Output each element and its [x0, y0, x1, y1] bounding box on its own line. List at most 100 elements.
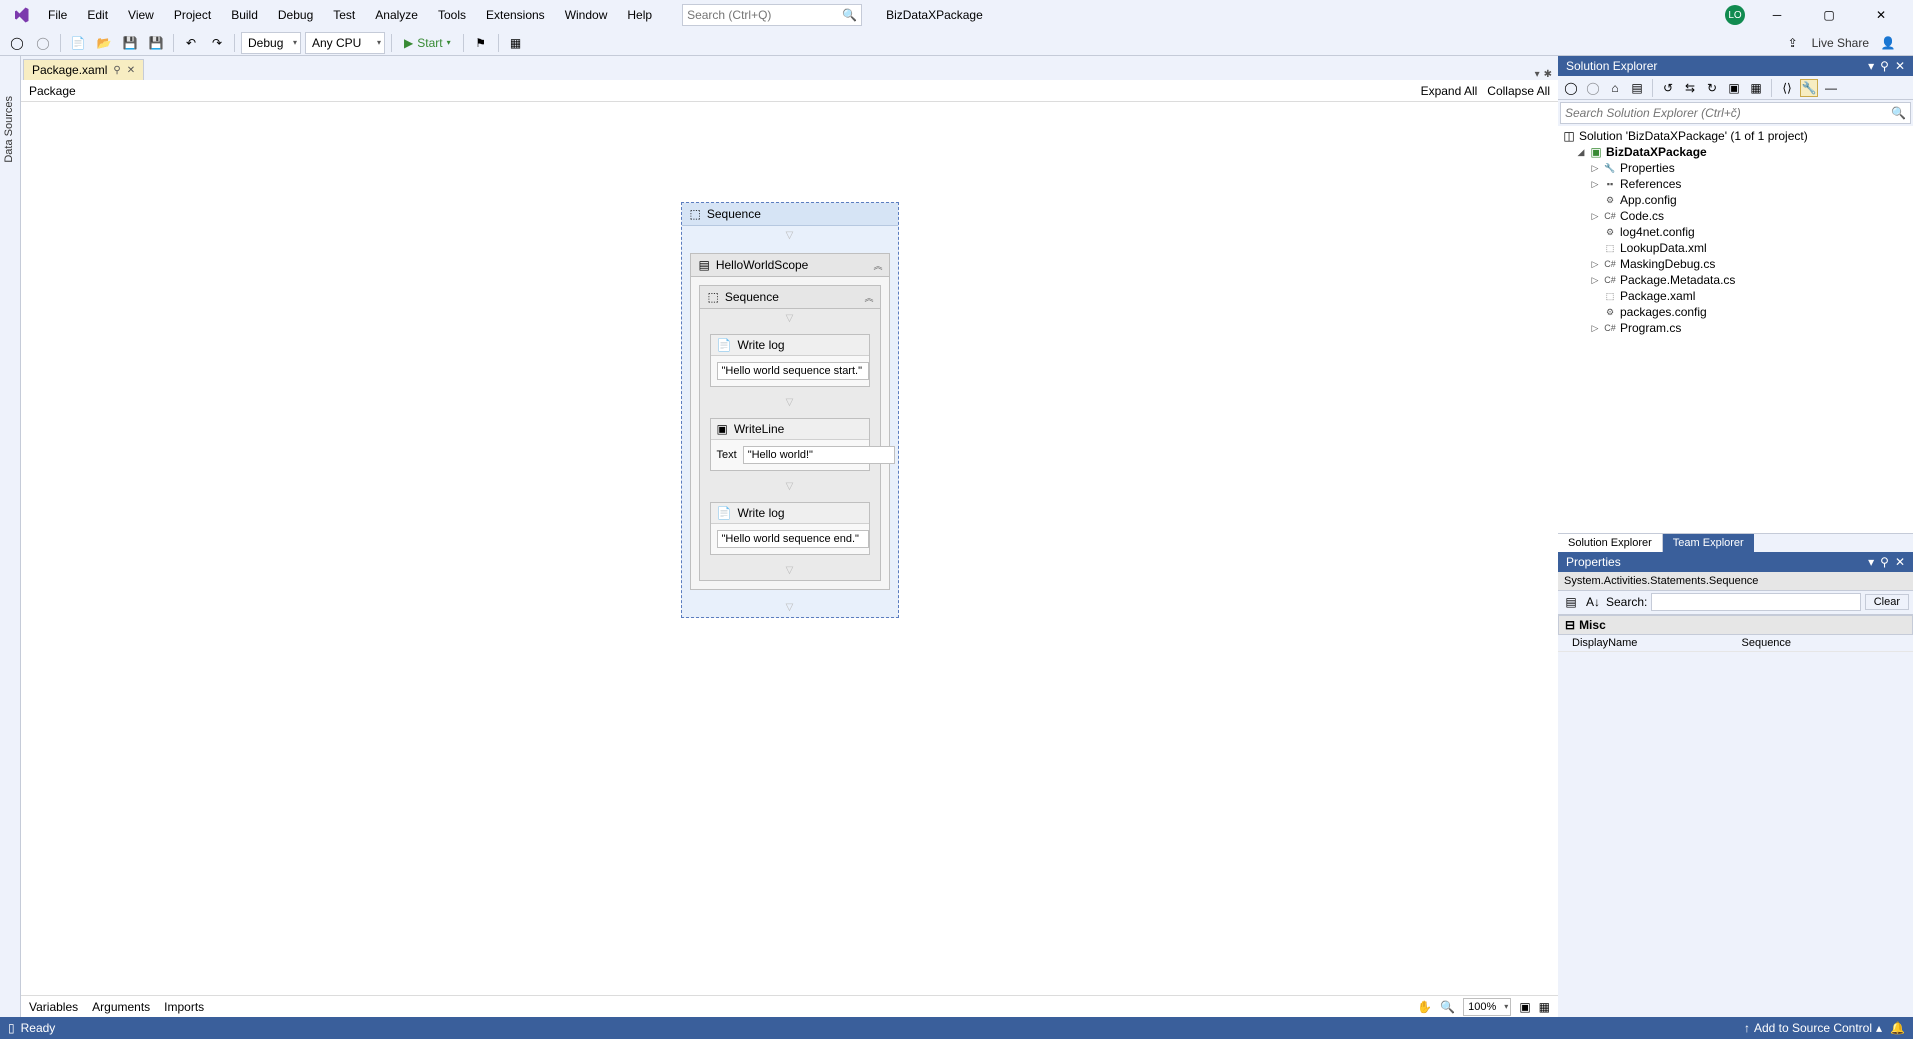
notifications-icon[interactable]: 🔔 [1890, 1021, 1905, 1035]
menu-help[interactable]: Help [617, 2, 662, 28]
redo-icon[interactable]: ↷ [206, 32, 228, 54]
drop-arrow-icon[interactable]: ▽ [682, 598, 898, 617]
menu-edit[interactable]: Edit [77, 2, 118, 28]
sync-icon[interactable]: ⇆ [1681, 79, 1699, 97]
imports-tab[interactable]: Imports [164, 1000, 204, 1014]
live-share-button[interactable]: Live Share [1812, 36, 1869, 50]
property-row[interactable]: DisplayName Sequence [1558, 635, 1913, 652]
tree-item[interactable]: ▷ C# Code.cs [1558, 208, 1913, 224]
activity-header[interactable]: 📄 Write log [711, 503, 869, 524]
drop-arrow-icon[interactable]: ▽ [682, 226, 898, 245]
feedback-icon[interactable]: 👤 [1877, 32, 1899, 54]
menu-analyze[interactable]: Analyze [365, 2, 428, 28]
nav-fwd-icon[interactable]: ◯ [32, 32, 54, 54]
fwd-icon[interactable]: ◯ [1584, 79, 1602, 97]
activity-expression-input[interactable] [717, 362, 869, 380]
nav-back-icon[interactable]: ◯ [6, 32, 28, 54]
tab-solution-explorer[interactable]: Solution Explorer [1558, 534, 1663, 552]
collapse-all-button[interactable]: Collapse All [1487, 84, 1550, 98]
menu-project[interactable]: Project [164, 2, 221, 28]
activity-expression-input[interactable] [717, 530, 869, 548]
properties-icon[interactable]: 🔧 [1800, 79, 1818, 97]
properties-search-input[interactable] [1651, 593, 1860, 611]
panel-dropdown-icon[interactable]: ▾ [1868, 59, 1874, 73]
window-close-button[interactable]: ✕ [1861, 0, 1901, 30]
undo-icon[interactable]: ↶ [180, 32, 202, 54]
properties-title[interactable]: Properties ▾ ⚲ ✕ [1558, 552, 1913, 572]
new-project-icon[interactable]: 📄 [67, 32, 89, 54]
code-icon[interactable]: ⟨⟩ [1778, 79, 1796, 97]
tree-project-node[interactable]: ◢ ▣ BizDataXPackage [1558, 144, 1913, 160]
step-icon[interactable]: ⚑ [470, 32, 492, 54]
scope-header[interactable]: ▤ HelloWorldScope ︽ [691, 254, 889, 277]
menu-file[interactable]: File [38, 2, 77, 28]
activity-write-log-1[interactable]: 📄 Write log [710, 334, 870, 387]
configuration-combo[interactable]: Debug [241, 32, 301, 54]
pending-icon[interactable]: ↺ [1659, 79, 1677, 97]
menu-tools[interactable]: Tools [428, 2, 476, 28]
arguments-tab[interactable]: Arguments [92, 1000, 150, 1014]
activity-writeline[interactable]: ▣ WriteLine Text [710, 418, 870, 471]
property-value[interactable]: Sequence [1736, 635, 1913, 651]
solution-tree[interactable]: ◫ Solution 'BizDataXPackage' (1 of 1 pro… [1558, 126, 1913, 533]
property-category[interactable]: ⊟ Misc [1558, 615, 1913, 635]
platform-combo[interactable]: Any CPU [305, 32, 385, 54]
window-maximize-button[interactable]: ▢ [1809, 0, 1849, 30]
panel-close-icon[interactable]: ✕ [1895, 59, 1905, 73]
solution-explorer-search[interactable]: 🔍 [1560, 102, 1911, 124]
sequence-inner[interactable]: ⬚ Sequence ︽ ▽ 📄 Write log [699, 285, 881, 581]
tree-item[interactable]: ▷ 🔧 Properties [1558, 160, 1913, 176]
sequence-inner-header[interactable]: ⬚ Sequence ︽ [700, 286, 880, 309]
data-sources-tab[interactable]: Data Sources [3, 96, 15, 163]
preview-icon[interactable]: — [1822, 79, 1840, 97]
document-tab-package-xaml[interactable]: Package.xaml ⚲ ✕ [23, 59, 144, 80]
switch-view-icon[interactable]: ▤ [1628, 79, 1646, 97]
panel-close-icon[interactable]: ✕ [1895, 555, 1905, 569]
solution-explorer-title[interactable]: Solution Explorer ▾ ⚲ ✕ [1558, 56, 1913, 76]
tree-item[interactable]: ▷ ▪▪ References [1558, 176, 1913, 192]
tree-item[interactable]: ⚙ App.config [1558, 192, 1913, 208]
drop-arrow-icon[interactable]: ▽ [700, 309, 880, 328]
refresh-icon[interactable]: ↻ [1703, 79, 1721, 97]
tab-team-explorer[interactable]: Team Explorer [1663, 534, 1754, 552]
pin-icon[interactable]: ⚲ [113, 65, 120, 76]
activity-expression-input[interactable] [743, 446, 895, 464]
expander-icon[interactable]: ▷ [1590, 275, 1600, 286]
collapse-chevron-icon[interactable]: ︽ [864, 291, 873, 304]
expander-icon[interactable]: ▷ [1590, 259, 1600, 270]
tree-item[interactable]: ⬚ LookupData.xml [1558, 240, 1913, 256]
workflow-designer-canvas[interactable]: ⬚ Sequence ▽ ▤ HelloWorldScope ︽ ⬚ Seque… [21, 102, 1558, 995]
tree-item[interactable]: ▷ C# Package.Metadata.cs [1558, 272, 1913, 288]
tool-icon[interactable]: ▦ [505, 32, 527, 54]
panel-pin-icon[interactable]: ⚲ [1880, 555, 1889, 569]
pan-icon[interactable]: ✋ [1417, 1000, 1432, 1014]
show-all-icon[interactable]: ▦ [1747, 79, 1765, 97]
search-icon[interactable]: 🔍 [842, 8, 857, 22]
tree-item[interactable]: ⚙ log4net.config [1558, 224, 1913, 240]
start-debug-button[interactable]: ▶ Start ▾ [398, 36, 457, 50]
drop-arrow-icon[interactable]: ▽ [700, 393, 880, 412]
drop-arrow-icon[interactable]: ▽ [700, 477, 880, 496]
collapse-chevron-icon[interactable]: ︽ [873, 259, 882, 272]
zoom-icon[interactable]: 🔍 [1440, 1000, 1455, 1014]
panel-dropdown-icon[interactable]: ▾ [1868, 555, 1874, 569]
scope-activity[interactable]: ▤ HelloWorldScope ︽ ⬚ Sequence ︽ ▽ [690, 253, 890, 590]
global-search[interactable]: 🔍 [682, 4, 862, 26]
fit-screen-icon[interactable]: ▣ [1519, 1000, 1530, 1014]
save-icon[interactable]: 💾 [119, 32, 141, 54]
clear-button[interactable]: Clear [1865, 594, 1909, 610]
tree-solution-node[interactable]: ◫ Solution 'BizDataXPackage' (1 of 1 pro… [1558, 128, 1913, 144]
expander-icon[interactable]: ◢ [1576, 147, 1586, 158]
sort-icon[interactable]: A↓ [1584, 593, 1602, 611]
window-minimize-button[interactable]: ─ [1757, 0, 1797, 30]
activity-write-log-2[interactable]: 📄 Write log [710, 502, 870, 555]
expander-icon[interactable]: ▷ [1590, 211, 1600, 222]
global-search-input[interactable] [687, 8, 842, 22]
zoom-combo[interactable]: 100% [1463, 998, 1511, 1016]
activity-header[interactable]: ▣ WriteLine [711, 419, 869, 440]
user-avatar[interactable]: LO [1725, 5, 1745, 25]
open-file-icon[interactable]: 📂 [93, 32, 115, 54]
tree-item[interactable]: ⚙ packages.config [1558, 304, 1913, 320]
overview-icon[interactable]: ▦ [1539, 1000, 1550, 1014]
menu-test[interactable]: Test [323, 2, 365, 28]
